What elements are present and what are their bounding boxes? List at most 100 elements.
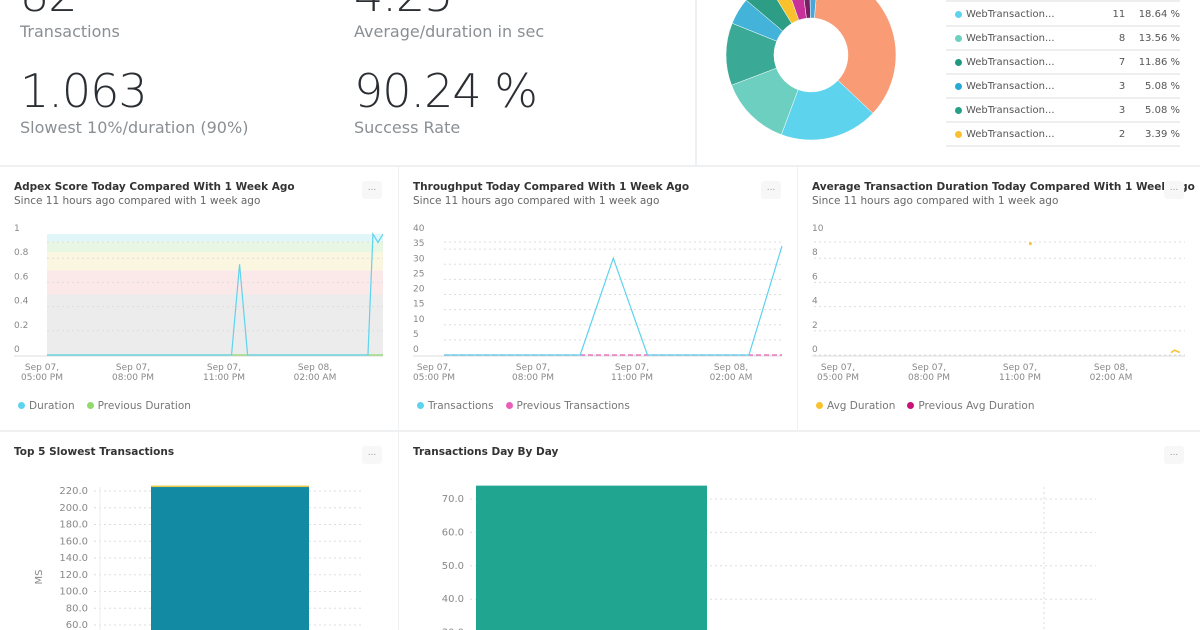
y-tick-label: 70.0 [442,494,464,505]
kpi-value: 90.24 % [354,64,538,118]
legend-item[interactable]: Previous Transactions [505,400,630,412]
x-tick-label: 05:00 PM [413,373,455,383]
legend-dot-icon [955,82,962,90]
legend-label: Previous Transactions [516,400,630,412]
kpi-panel: 82 Transactions 4.25 Average/duration in s… [0,0,695,165]
more-options-button[interactable]: ... [362,181,382,199]
legend-dot-icon [955,130,962,138]
legend-dot-icon [955,106,962,114]
x-tick-label: Sep 07, [417,363,451,373]
y-tick-label: 35 [413,239,424,249]
x-tick-label: 05:00 PM [817,373,859,383]
more-options-button[interactable]: ... [1164,181,1184,199]
y-tick-label: 0 [812,345,818,355]
bar[interactable] [151,485,309,488]
y-tick-label: 20 [413,285,425,295]
transaction-name: WebTransaction... [965,56,1055,68]
transaction-name: WebTransaction... [965,80,1055,92]
legend-item[interactable]: Transactions [417,400,494,412]
bar[interactable] [476,485,707,630]
transaction-name: WebTransaction... [965,8,1055,20]
apdex-band [47,234,383,242]
y-tick-label: 5 [413,330,419,340]
legend-dot-icon [907,402,915,409]
y-tick-label: 0.6 [14,272,29,282]
slowest-transactions-panel: Top 5 Slowest Transactions... 60.0 80.0 100… [0,432,398,630]
transaction-row[interactable]: WebTransaction... 3 5.08 % [946,99,1180,123]
legend-label: Transactions [428,400,494,412]
y-tick-label: 1 [14,224,20,234]
kpi-transactions: 82 Transactions [20,0,120,41]
y-tick-label: 0 [413,345,419,355]
legend-dot-icon [816,402,823,409]
kpi-value: 82 [20,0,120,18]
x-tick-label: 08:00 PM [512,373,554,383]
chart-subtitle: Since 11 hours ago compared with 1 week … [14,195,261,207]
legend-dot-icon [18,402,25,409]
y-tick-label: 4 [812,297,818,307]
transaction-percent: 5.08 % [1145,80,1180,92]
bar[interactable] [151,486,309,630]
series-line [444,245,783,356]
y-tick-label: 0 [14,345,20,355]
legend-dot-icon [955,58,962,66]
y-tick-label: 200.0 [59,503,88,514]
y-tick-label: 50.0 [442,561,464,572]
y-tick-label: 60.0 [66,620,88,630]
legend-dot-icon [955,34,962,42]
transaction-percent: 11.86 % [1138,56,1180,68]
apdex-panel: Adpex Score Today Compared With 1 Week A… [0,167,398,430]
x-tick-label: Sep 07, [25,363,59,373]
legend-dot-icon [955,10,962,18]
table-top-border [946,0,1180,2]
x-tick-label: Sep 08, [1094,363,1128,373]
y-tick-label: 100.0 [59,587,88,598]
legend-label: Duration [29,400,75,412]
x-tick-label: Sep 07, [116,363,150,373]
kpi-average-duration: 4.25 Average/duration in sec [354,0,544,41]
kpi-label: Success Rate [354,118,461,137]
x-tick-label: Sep 08, [714,363,748,373]
bar-chart: 60.0 80.0 100.0 120.0 140.0 160.0 180.0 200.0 22… [34,485,362,630]
x-tick-label: 02:00 AM [294,373,337,383]
legend-item[interactable]: Previous Duration [86,400,191,412]
transaction-row[interactable]: WebTransaction... 11 18.64 % [946,3,1180,27]
transaction-count: 3 [1118,104,1126,116]
transaction-row[interactable]: WebTransaction... 3 5.08 % [946,75,1180,99]
legend-dot-icon [417,402,424,409]
legend-item[interactable]: Previous Avg Duration [907,400,1035,412]
transaction-name: WebTransaction... [965,104,1055,116]
y-tick-label: 25 [413,269,424,279]
x-tick-label: 08:00 PM [112,373,154,383]
legend-item[interactable]: Avg Duration [816,400,895,412]
x-tick-label: 11:00 PM [203,373,245,383]
chart-subtitle: Since 11 hours ago compared with 1 week … [413,195,660,207]
legend-label: Avg Duration [827,400,896,412]
kpi-value: 4.25 [354,0,544,18]
y-tick-label: 0.4 [14,297,29,307]
y-tick-label: 30 [413,254,425,264]
y-tick-label: 0.2 [14,321,28,331]
transaction-row[interactable]: WebTransaction... 8 13.56 % [946,27,1180,51]
legend-item[interactable]: Duration [18,400,75,412]
x-tick-label: Sep 07, [516,363,550,373]
y-tick-label: 10 [413,315,425,325]
transaction-row[interactable]: WebTransaction... 2 3.39 % [946,123,1180,147]
y-tick-label: 15 [413,300,424,310]
transaction-count: 7 [1118,56,1126,68]
transaction-row[interactable]: WebTransaction... 7 11.86 % [946,51,1180,75]
transaction-count: 8 [1118,32,1126,44]
x-tick-label: Sep 08, [298,363,332,373]
y-tick-label: 60.0 [442,527,464,538]
chart-legend: Avg Duration Previous Avg Duration [816,400,1035,412]
bar-chart: 30.040.050.060.070.0 [442,485,1096,630]
apdex-band [47,241,383,253]
y-tick-label: 40.0 [442,594,464,605]
transaction-count: 11 [1112,8,1126,20]
x-tick-label: 02:00 AM [710,373,753,383]
transaction-count: 2 [1118,128,1126,140]
kpi-success-rate: 90.24 % Success Rate [354,64,538,137]
kpi-label: Average/duration in sec [354,22,545,41]
more-options-button[interactable]: ... [761,181,781,199]
legend-label: Previous Duration [97,400,191,412]
